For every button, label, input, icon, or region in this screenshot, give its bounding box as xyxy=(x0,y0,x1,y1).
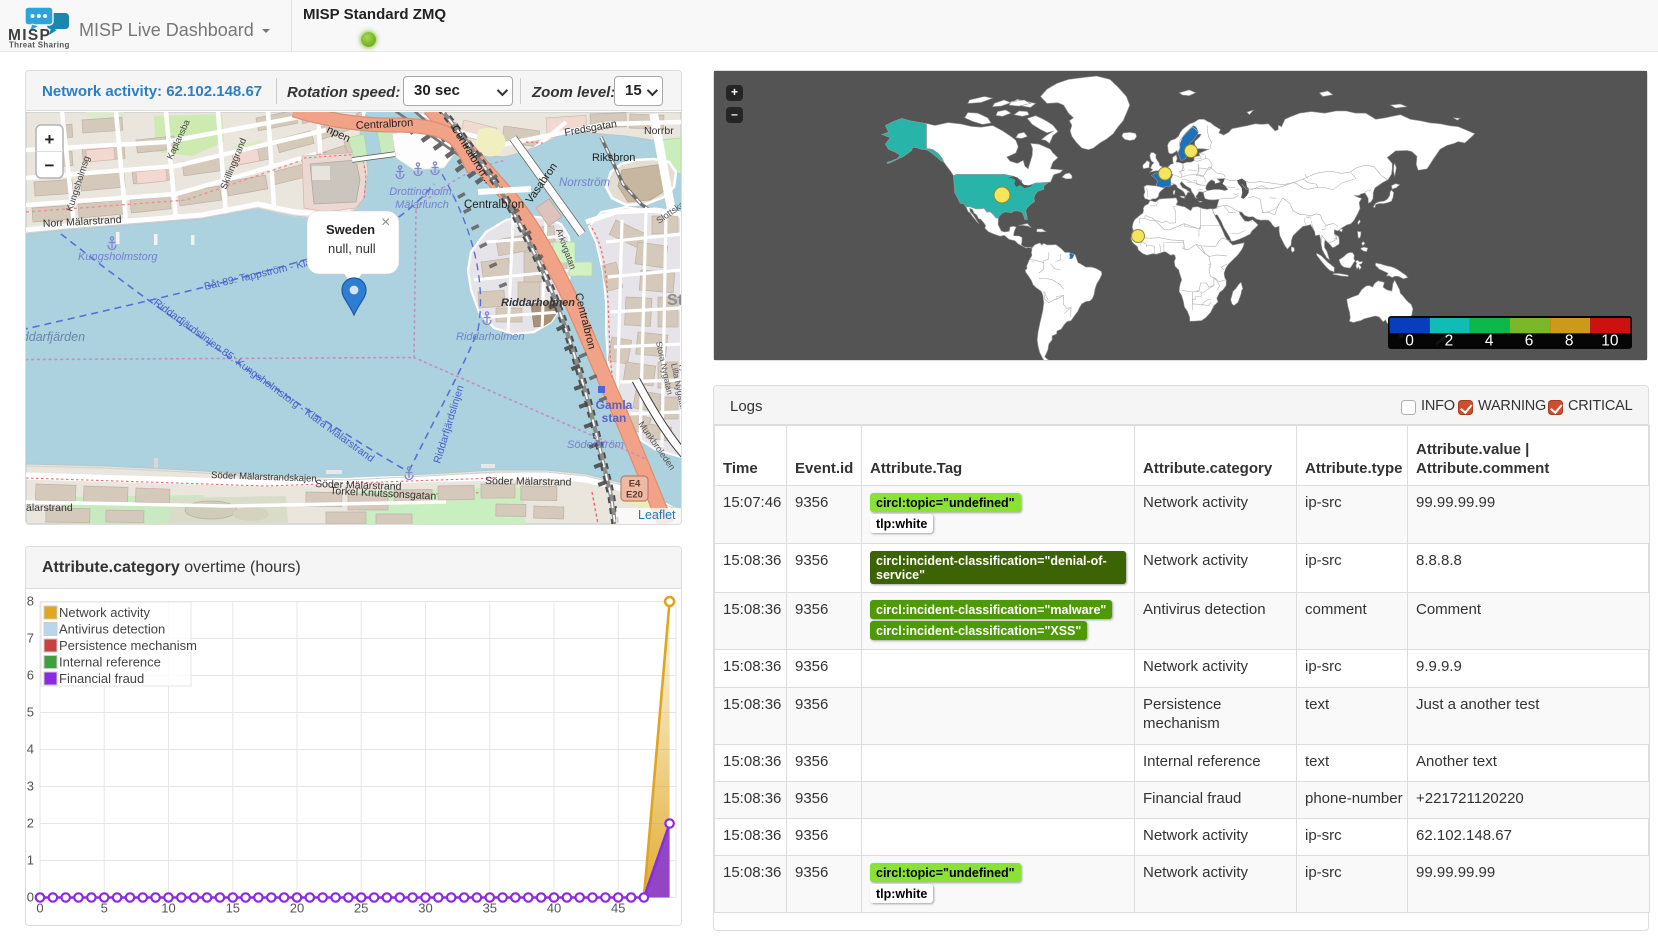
svg-text:Riksbron: Riksbron xyxy=(592,152,635,164)
svg-text:Söder Mälarstrand: Söder Mälarstrand xyxy=(485,475,572,489)
svg-text:0: 0 xyxy=(1405,333,1414,350)
svg-text:Persistence mechanism: Persistence mechanism xyxy=(59,638,197,653)
svg-text:×: × xyxy=(381,214,390,231)
svg-text:6: 6 xyxy=(27,668,34,683)
svg-text:7: 7 xyxy=(27,631,34,646)
svg-text:0: 0 xyxy=(27,890,34,905)
svg-text:null, null: null, null xyxy=(328,241,376,256)
svg-text:St: St xyxy=(667,292,681,309)
svg-text:E4: E4 xyxy=(629,479,641,490)
svg-text:Riddarholmen: Riddarholmen xyxy=(456,331,524,343)
svg-text:5: 5 xyxy=(27,705,34,720)
svg-text:2: 2 xyxy=(1445,333,1454,350)
svg-text:Mälarlunch: Mälarlunch xyxy=(395,199,449,211)
svg-text:2: 2 xyxy=(27,816,34,831)
svg-text:Gamla: Gamla xyxy=(596,398,633,412)
svg-text:Riddarfjärden: Riddarfjärden xyxy=(26,330,85,344)
svg-text:8: 8 xyxy=(1565,333,1574,350)
svg-text:Leaflet: Leaflet xyxy=(638,508,676,522)
svg-text:Threat Sharing: Threat Sharing xyxy=(9,41,70,50)
svg-text:4: 4 xyxy=(1485,333,1494,350)
svg-text:Network activity: Network activity xyxy=(59,605,151,620)
svg-text:Antivirus detection: Antivirus detection xyxy=(59,622,165,637)
svg-text:8: 8 xyxy=(27,594,34,609)
svg-text:6: 6 xyxy=(1525,333,1534,350)
svg-text:Kungsholmstorg: Kungsholmstorg xyxy=(78,251,158,263)
svg-text:1: 1 xyxy=(27,853,34,868)
svg-text:Norrström: Norrström xyxy=(559,177,611,189)
svg-text:Söderström: Söderström xyxy=(567,439,624,451)
svg-text:+: + xyxy=(45,130,55,149)
svg-text:Sweden: Sweden xyxy=(326,222,375,237)
svg-text:Drottingholm,: Drottingholm, xyxy=(389,186,454,198)
svg-text:Riddarholmen: Riddarholmen xyxy=(501,297,575,309)
svg-text:stan: stan xyxy=(602,411,627,425)
svg-text:10: 10 xyxy=(1601,333,1619,350)
svg-text:E20: E20 xyxy=(626,490,643,501)
svg-text:−: − xyxy=(45,156,55,175)
svg-text:4: 4 xyxy=(27,742,34,757)
svg-text:Internal reference: Internal reference xyxy=(59,655,161,670)
svg-text:Norrbr: Norrbr xyxy=(644,125,674,137)
svg-text:Centralbron: Centralbron xyxy=(464,199,524,211)
svg-text:Financial fraud: Financial fraud xyxy=(59,671,144,686)
svg-text:älarstrand: älarstrand xyxy=(26,502,73,514)
svg-text:3: 3 xyxy=(27,779,34,794)
